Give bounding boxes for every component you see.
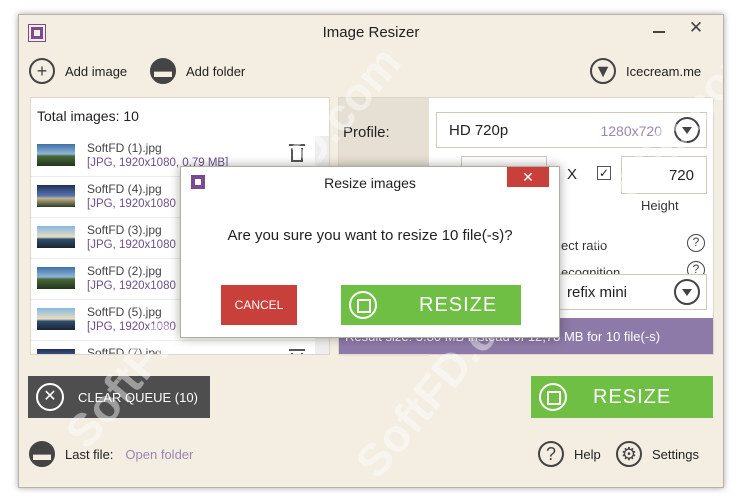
settings-label: Settings — [652, 446, 699, 462]
height-label: Height — [641, 198, 679, 213]
x-separator: X — [567, 166, 578, 183]
file-info: [JPG, 1920x1080 — [87, 239, 176, 251]
last-file-label: Last file: — [65, 446, 114, 462]
clear-queue-button[interactable]: ✕ CLEAR QUEUE (10) — [28, 376, 210, 418]
height-input[interactable]: 720 — [621, 156, 707, 194]
dialog-title-bar: Resize images ✕ — [181, 167, 559, 197]
minimize-button[interactable] — [647, 19, 671, 39]
trash-icon[interactable] — [289, 349, 305, 354]
dialog-resize-label: RESIZE — [419, 293, 498, 316]
icecream-logo-icon: ▼ — [590, 58, 616, 84]
dialog-message: Are you sure you want to resize 10 file(… — [227, 227, 513, 244]
file-info: [JPG, 1920x1080 — [87, 198, 176, 210]
title-bar: Image Resizer ✕ — [19, 15, 723, 49]
file-info: [JPG, 1920x1080 — [87, 280, 176, 292]
height-value: 720 — [668, 167, 694, 184]
folder-icon: ▬ — [29, 441, 55, 467]
list-item[interactable]: SoftFD (7).jpg — [31, 341, 315, 354]
gear-icon: ⚙ — [616, 441, 642, 467]
profile-label: Profile: — [343, 124, 390, 141]
last-file-row: ▬ Last file: Open folder — [29, 441, 193, 467]
help-label: Help — [574, 446, 601, 462]
brand-label: Icecream.me — [626, 63, 702, 79]
chevron-down-icon[interactable] — [674, 279, 700, 305]
thumbnail — [37, 349, 75, 354]
resize-icon — [349, 291, 377, 319]
aspect-ratio-label: ect ratio — [561, 238, 608, 253]
file-name: SoftFD (4).jpg — [87, 182, 162, 196]
chevron-down-icon[interactable] — [674, 117, 700, 143]
dialog-close-button[interactable]: ✕ — [507, 167, 549, 187]
thumbnail — [37, 185, 75, 207]
help-icon[interactable]: ? — [687, 234, 705, 252]
thumbnail — [37, 308, 75, 330]
thumbnail — [37, 144, 75, 166]
total-images: Total images: 10 — [37, 108, 139, 124]
cancel-button[interactable]: CANCEL — [221, 285, 297, 325]
window-title: Image Resizer — [322, 24, 420, 41]
file-name: SoftFD (7).jpg — [87, 346, 162, 354]
profile-name: HD 720p — [449, 122, 509, 139]
open-folder-link[interactable]: Open folder — [125, 447, 193, 462]
file-name: SoftFD (1).jpg — [87, 141, 162, 155]
file-name: SoftFD (2).jpg — [87, 264, 162, 278]
close-button[interactable]: ✕ — [677, 17, 715, 39]
profile-select[interactable]: HD 720p 1280x720 — [436, 112, 707, 148]
file-name: SoftFD (3).jpg — [87, 223, 162, 237]
add-folder-label: Add folder — [186, 63, 246, 79]
add-image-label: Add image — [65, 63, 128, 79]
height-checkbox[interactable]: ✓ — [597, 166, 611, 180]
folder-icon: ▬ — [150, 58, 176, 84]
prefix-value: refix mini — [567, 284, 628, 301]
trash-icon[interactable] — [289, 144, 305, 162]
profile-resolution: 1280x720 — [600, 123, 662, 139]
plus-icon: + — [29, 58, 55, 84]
resize-icon — [539, 383, 567, 411]
help-button[interactable]: ? Help — [538, 441, 601, 467]
clear-queue-label: CLEAR QUEUE (10) — [78, 389, 198, 405]
add-image-button[interactable]: + Add image — [29, 58, 127, 84]
add-folder-button[interactable]: ▬ Add folder — [150, 58, 245, 84]
file-name: SoftFD (5).jpg — [87, 305, 162, 319]
close-icon: ✕ — [36, 383, 64, 411]
thumbnail — [37, 267, 75, 289]
resize-confirm-dialog: Resize images ✕ Are you sure you want to… — [180, 166, 560, 338]
dialog-resize-button[interactable]: RESIZE — [341, 285, 521, 325]
dialog-title: Resize images — [324, 175, 416, 191]
file-info: [JPG, 1920x1080 — [87, 321, 176, 333]
thumbnail — [37, 226, 75, 248]
resize-button[interactable]: RESIZE — [531, 376, 713, 418]
question-icon: ? — [538, 441, 564, 467]
settings-button[interactable]: ⚙ Settings — [616, 441, 699, 467]
resize-label: RESIZE — [593, 385, 672, 408]
icecream-link[interactable]: ▼ Icecream.me — [590, 58, 701, 84]
